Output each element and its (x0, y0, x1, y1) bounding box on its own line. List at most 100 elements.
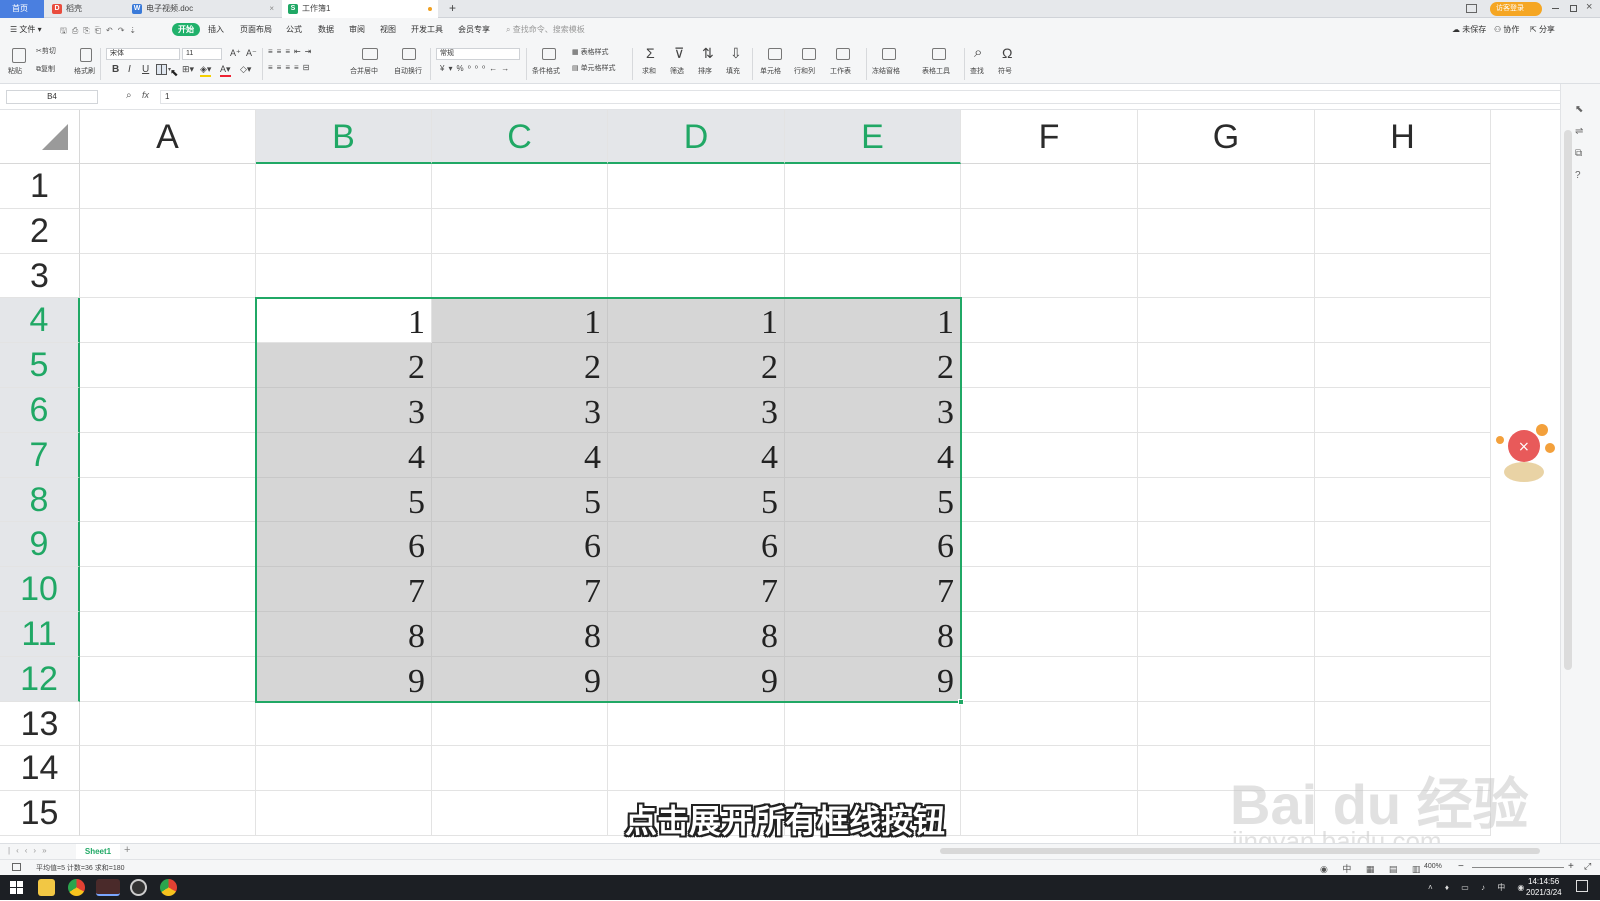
cell-d4[interactable]: 1 (608, 298, 785, 344)
font-name-select[interactable]: 宋体 (106, 48, 180, 60)
cell-e8[interactable]: 5 (785, 477, 961, 523)
collaborate-button[interactable]: ⚇ 协作 (1494, 24, 1519, 35)
cell-a14[interactable] (80, 746, 256, 792)
cell-c5[interactable]: 2 (432, 343, 608, 388)
cell-c7[interactable]: 4 (432, 432, 608, 478)
cell-b2[interactable] (256, 208, 432, 254)
cell-e6[interactable]: 3 (785, 388, 961, 433)
zoom-in-icon[interactable]: + (1568, 861, 1574, 872)
cell-b10[interactable]: 7 (256, 567, 432, 612)
column-header-b[interactable]: B (256, 110, 432, 164)
freeze-panes-icon[interactable] (882, 48, 896, 60)
chrome-icon[interactable] (68, 879, 85, 896)
align-icons-bottom[interactable]: ≡≡≡≡⊟ (268, 63, 313, 72)
merge-cells-icon[interactable]: ⊞▾ (182, 64, 194, 75)
cell-e7[interactable]: 4 (785, 432, 961, 478)
italic-button[interactable]: I (128, 64, 131, 75)
cell-h1[interactable] (1315, 164, 1491, 209)
sort-icon[interactable]: ⇅ (702, 45, 714, 62)
find-icon[interactable]: ⌕ (974, 44, 982, 61)
cell-d12[interactable]: 9 (608, 656, 785, 702)
sum-icon[interactable]: Σ (646, 45, 655, 61)
fill-handle[interactable] (958, 698, 964, 705)
cell-f15[interactable] (961, 791, 1138, 836)
cell-b5[interactable]: 2 (256, 343, 432, 388)
symbol-button[interactable]: 符号 (998, 66, 1012, 76)
formula-input[interactable]: 1 (160, 90, 1570, 104)
column-header-d[interactable]: D (608, 110, 785, 164)
window-layout-icon[interactable] (1466, 4, 1477, 13)
cell-h9[interactable] (1315, 522, 1491, 568)
cell-d14[interactable] (608, 746, 785, 792)
cell-g13[interactable] (1138, 701, 1315, 747)
cell-f8[interactable] (961, 477, 1138, 523)
cell-h5[interactable] (1315, 343, 1491, 388)
menu-page-layout[interactable]: 页面布局 (240, 24, 272, 35)
cell-g3[interactable] (1138, 253, 1315, 299)
cell-a11[interactable] (80, 612, 256, 657)
sum-button[interactable]: 求和 (642, 66, 656, 76)
cell-d2[interactable] (608, 208, 785, 254)
cell-d3[interactable] (608, 253, 785, 299)
cell-a7[interactable] (80, 432, 256, 478)
row-header-5[interactable]: 5 (0, 343, 80, 388)
paste-icon[interactable] (12, 48, 26, 63)
merge-center-button[interactable]: 合并居中 (350, 66, 378, 76)
sheet-icon[interactable] (836, 48, 850, 60)
merge-center-icon[interactable] (362, 48, 378, 60)
menu-formulas[interactable]: 公式 (286, 24, 302, 35)
freeze-panes-button[interactable]: 冻结窗格 (872, 66, 900, 76)
share-button[interactable]: ⇱ 分享 (1530, 24, 1555, 35)
backup-icon[interactable]: ⧉ (1575, 148, 1582, 159)
find-button[interactable]: 查找 (970, 66, 984, 76)
zoom-slider[interactable] (1472, 867, 1564, 868)
cell-b9[interactable]: 6 (256, 522, 432, 568)
row-header-3[interactable]: 3 (0, 253, 80, 299)
row-header-2[interactable]: 2 (0, 208, 80, 254)
column-header-h[interactable]: H (1315, 110, 1491, 164)
sheet-button[interactable]: 工作表 (830, 66, 851, 76)
start-menu-icon[interactable] (8, 879, 25, 896)
cell-a1[interactable] (80, 164, 256, 209)
row-header-4[interactable]: 4 (0, 298, 80, 344)
fill-icon[interactable]: ⇩ (730, 45, 742, 62)
cell-a10[interactable] (80, 567, 256, 612)
cell-e14[interactable] (785, 746, 961, 792)
cell-g1[interactable] (1138, 164, 1315, 209)
tab-workbook[interactable]: S 工作簿1 (282, 0, 438, 18)
cell-a6[interactable] (80, 388, 256, 433)
menu-member[interactable]: 会员专享 (458, 24, 490, 35)
cell-e2[interactable] (785, 208, 961, 254)
cell-g5[interactable] (1138, 343, 1315, 388)
cell-g2[interactable] (1138, 208, 1315, 254)
zoom-level[interactable]: 400% (1424, 863, 1442, 870)
cell-c14[interactable] (432, 746, 608, 792)
cell-f4[interactable] (961, 298, 1138, 344)
cell-a15[interactable] (80, 791, 256, 836)
cell-c1[interactable] (432, 164, 608, 209)
cell-h12[interactable] (1315, 656, 1491, 702)
symbol-icon[interactable]: Ω (1002, 45, 1012, 61)
macro-record-icon[interactable] (12, 863, 21, 871)
cell-e11[interactable]: 8 (785, 612, 961, 657)
cell-a3[interactable] (80, 253, 256, 299)
cell-b3[interactable] (256, 253, 432, 299)
select-all-corner[interactable] (0, 110, 80, 164)
cell-e13[interactable] (785, 701, 961, 747)
cell-c12[interactable]: 9 (432, 656, 608, 702)
font-color-icon[interactable]: A▾ (220, 64, 231, 77)
minimize-icon[interactable] (1552, 8, 1559, 9)
cell-f13[interactable] (961, 701, 1138, 747)
cell-h10[interactable] (1315, 567, 1491, 612)
cell-f3[interactable] (961, 253, 1138, 299)
cell-icon[interactable] (768, 48, 782, 60)
zoom-fx-icon[interactable]: ⌕ (126, 90, 132, 101)
cell-c9[interactable]: 6 (432, 522, 608, 568)
cell-g11[interactable] (1138, 612, 1315, 657)
cell-a12[interactable] (80, 656, 256, 702)
wrap-text-icon[interactable] (402, 48, 416, 60)
tab-doc[interactable]: W 电子视频.doc × (126, 0, 280, 18)
cell-f14[interactable] (961, 746, 1138, 792)
cell-b15[interactable] (256, 791, 432, 836)
view-mode-icons[interactable]: ◉ 中 ▦ ▤ ▥ (1320, 862, 1426, 875)
